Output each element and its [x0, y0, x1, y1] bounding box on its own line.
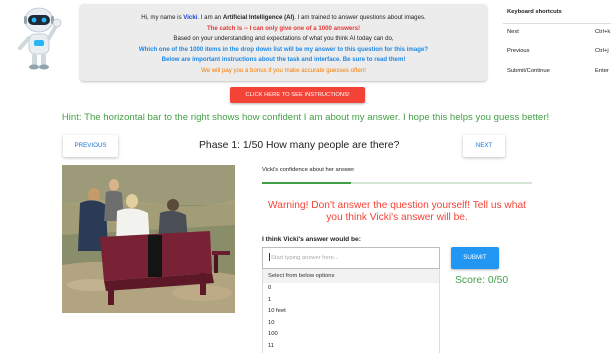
dropdown-option[interactable]: 11 — [263, 341, 439, 353]
warning-text: Warning! Don't answer the question yours… — [268, 200, 526, 223]
shortcut-row: Next Ctrl+k — [507, 29, 611, 35]
page: Hi, my name is Vicki. I am an Artificial… — [0, 0, 611, 353]
vicki-name: Vicki — [183, 14, 198, 21]
instructions-button[interactable]: CLICK HERE TO SEE INSTRUCTIONS! — [230, 87, 365, 103]
answer-label: I think Vicki's answer would be: — [262, 236, 361, 243]
intro-text: Hi, my name is — [141, 14, 184, 21]
confidence-bar — [262, 182, 532, 184]
shortcut-key: Enter — [595, 68, 609, 74]
shortcut-key: Ctrl+j — [595, 48, 609, 54]
shortcut-action: Submit/Continue — [507, 68, 550, 74]
answer-dropdown-list[interactable]: Select from below options 0 1 10 feet 10… — [262, 269, 440, 353]
intro-bonus-line: We will pay you a bonus if you make accu… — [201, 66, 366, 74]
dropdown-option[interactable]: 0 — [263, 283, 439, 295]
ai-label: Artificial Intelligence (AI) — [222, 14, 295, 21]
dropdown-header: Select from below options — [263, 269, 439, 283]
intro-panel: Hi, my name is Vicki. I am an Artificial… — [80, 4, 487, 81]
shortcuts-title: Keyboard shortcuts — [507, 9, 562, 15]
shortcut-action: Next — [507, 29, 519, 35]
intro-catch-line: The catch is -- I can only give one of a… — [206, 24, 361, 32]
dropdown-option[interactable]: 1 — [263, 295, 439, 307]
intro-question-line: Which one of the 1000 items in the drop … — [138, 45, 429, 53]
dropdown-option[interactable]: 10 — [263, 318, 439, 330]
divider — [503, 23, 611, 24]
shortcut-row: Previous Ctrl+j — [507, 48, 611, 54]
answer-input[interactable]: Start typing answer here... — [262, 247, 440, 269]
answer-input-placeholder: Start typing answer here... — [271, 255, 339, 261]
next-button[interactable]: NEXT — [463, 135, 505, 157]
shortcut-key: Ctrl+k — [595, 29, 611, 35]
question-image — [62, 165, 235, 313]
score-text: Score: 0/50 — [455, 275, 509, 286]
intro-line-1: Hi, my name is Vicki. I am an Artificial… — [80, 13, 487, 24]
intro-instructions-text: Below are important instructions about t… — [161, 56, 406, 63]
hint-text: Hint: The horizontal bar to the right sh… — [61, 112, 550, 123]
dropdown-option[interactable]: 10 feet — [263, 306, 439, 318]
keyboard-shortcuts-panel: Keyboard shortcuts Next Ctrl+k Previous … — [500, 0, 611, 80]
previous-button[interactable]: PREVIOUS — [63, 135, 118, 157]
shortcut-action: Previous — [507, 48, 530, 54]
submit-button[interactable]: SUBMIT — [451, 247, 499, 269]
intro-line-3: Based on your understanding and expectat… — [173, 35, 394, 42]
intro-instructions-line: Below are important instructions about t… — [80, 55, 487, 66]
text-caret — [269, 253, 270, 262]
confidence-label: Vicki's confidence about her answer — [262, 167, 355, 173]
robot-mascot-icon — [18, 7, 62, 70]
phase-question-title: Phase 1: 1/50 How many people are there? — [199, 140, 400, 151]
confidence-bar-fill — [262, 182, 352, 184]
shortcut-row: Submit/Continue Enter — [507, 68, 611, 74]
dropdown-option[interactable]: 100 — [263, 329, 439, 341]
intro-text: . I am an — [197, 14, 223, 21]
intro-text: . I am trained to answer questions about… — [294, 14, 426, 21]
